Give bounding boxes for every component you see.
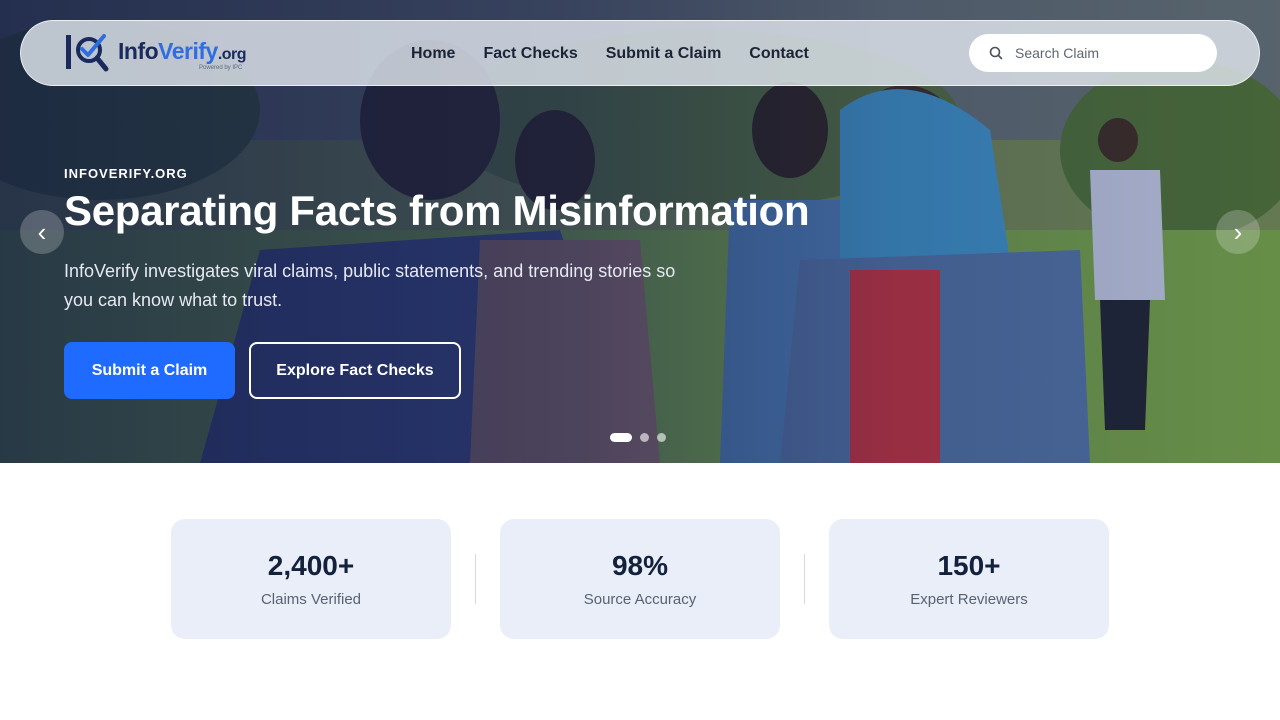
nav-item-home[interactable]: Home xyxy=(411,45,455,63)
search-box[interactable] xyxy=(969,34,1217,72)
stat-label: Expert Reviewers xyxy=(910,591,1028,608)
chevron-left-icon: ‹ xyxy=(37,216,47,247)
carousel-prev-button[interactable]: ‹ xyxy=(20,210,64,254)
carousel-dot-3[interactable] xyxy=(657,433,666,442)
nav-item-contact[interactable]: Contact xyxy=(749,45,809,63)
stats-section: 2,400+ Claims Verified 98% Source Accura… xyxy=(171,519,1109,639)
stat-label: Source Accuracy xyxy=(583,591,697,608)
explore-fact-checks-button[interactable]: Explore Fact Checks xyxy=(249,342,461,399)
magnifier-check-logo-icon xyxy=(66,34,109,72)
hero-headline: Separating Facts from Misinformation xyxy=(64,187,810,234)
search-icon xyxy=(989,46,1003,60)
carousel-next-button[interactable]: › xyxy=(1216,210,1260,254)
stat-value: 98% xyxy=(611,550,669,581)
nav-links: Home Fact Checks Submit a Claim Contact xyxy=(411,21,809,87)
brand-tagline: Powered by IPC xyxy=(199,65,243,71)
hero-eyebrow: INFOVERIFY.ORG xyxy=(64,166,188,181)
stat-divider xyxy=(475,554,476,604)
nav-item-fact-checks[interactable]: Fact Checks xyxy=(483,45,577,63)
search-input[interactable] xyxy=(1015,45,1195,61)
stat-value: 2,400+ xyxy=(267,550,355,581)
brand-logo[interactable]: InfoVerify.org Powered by IPC xyxy=(64,33,254,75)
stat-card-accuracy: 98% Source Accuracy xyxy=(500,519,780,639)
stat-divider xyxy=(804,554,805,604)
stat-value: 150+ xyxy=(937,550,1001,581)
submit-claim-button[interactable]: Submit a Claim xyxy=(64,342,235,399)
stat-card-claims: 2,400+ Claims Verified xyxy=(171,519,451,639)
navbar: InfoVerify.org Powered by IPC Home Fact … xyxy=(20,20,1260,86)
stat-card-reviewers: 150+ Expert Reviewers xyxy=(829,519,1109,639)
chevron-right-icon: › xyxy=(1233,216,1243,247)
hero-subtext: InfoVerify investigates viral claims, pu… xyxy=(64,261,676,310)
nav-item-submit-claim[interactable]: Submit a Claim xyxy=(606,45,722,63)
stat-label: Claims Verified xyxy=(260,591,362,608)
carousel-dot-2[interactable] xyxy=(640,433,649,442)
brand-name: InfoVerify.org xyxy=(118,38,247,64)
carousel-indicators xyxy=(610,433,666,442)
carousel-dot-1[interactable] xyxy=(610,433,632,442)
